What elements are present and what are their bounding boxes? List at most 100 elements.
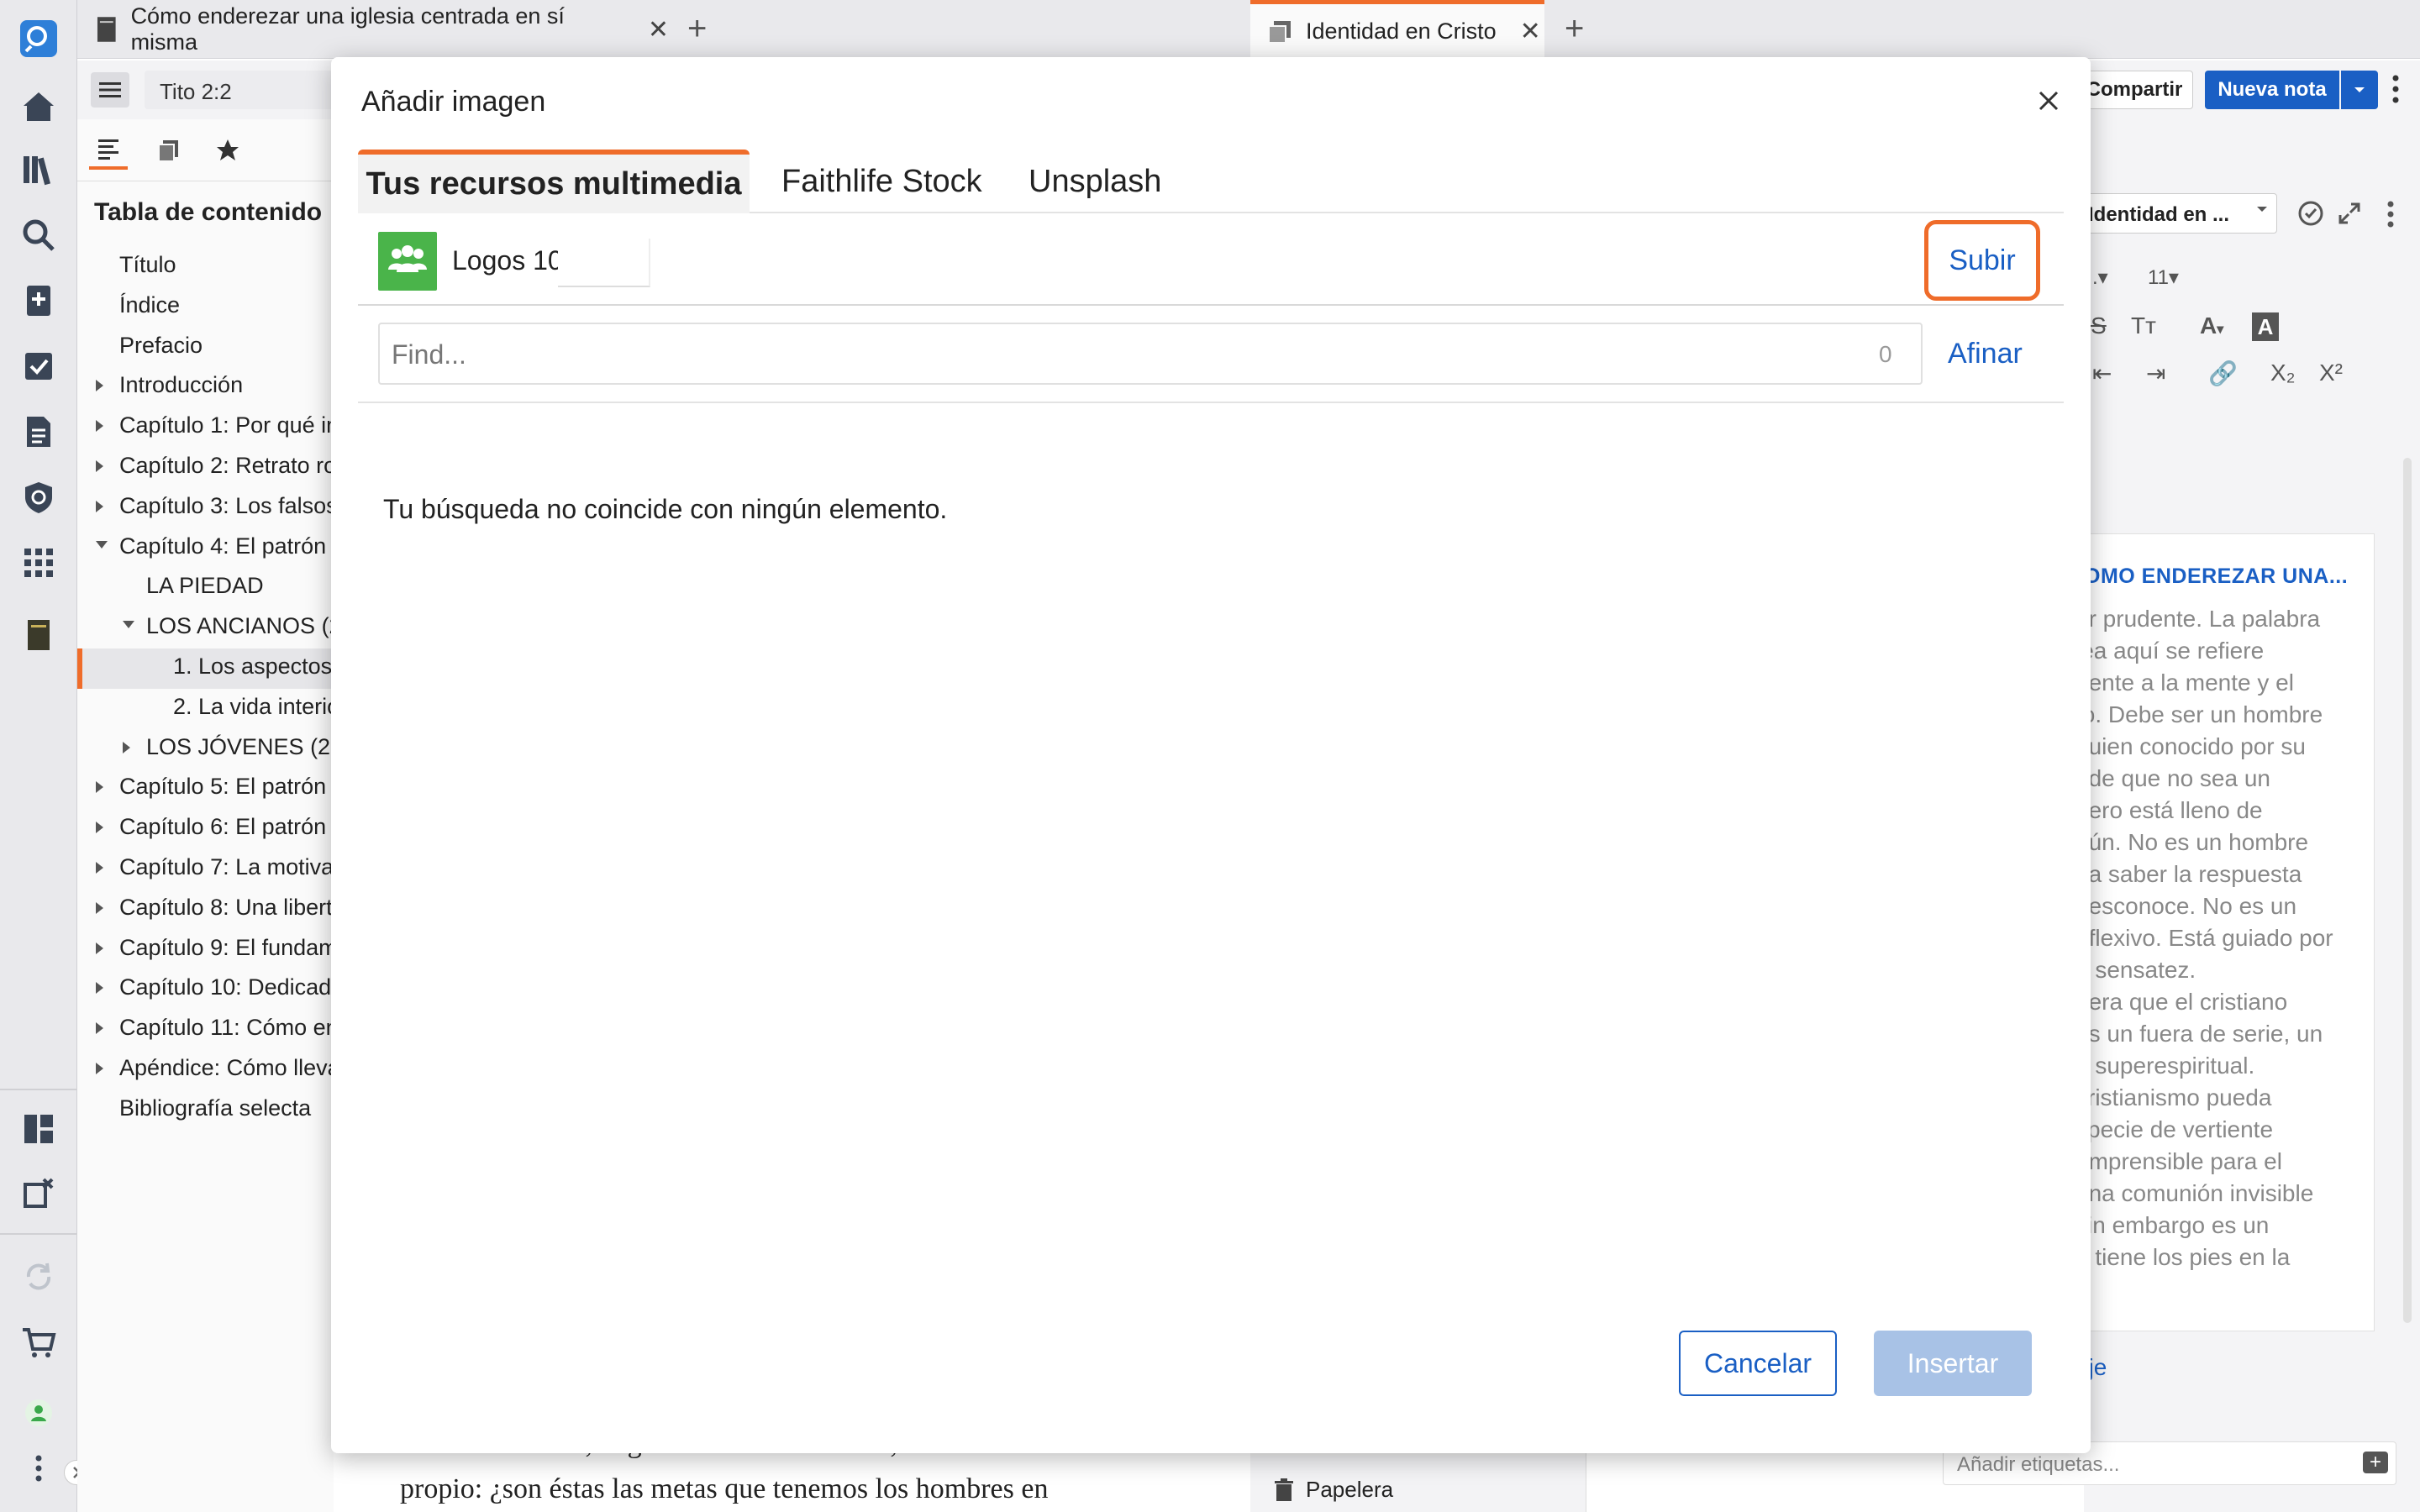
sync-icon[interactable] <box>17 1255 60 1299</box>
add-tag-icon[interactable]: + <box>2363 1452 2388 1473</box>
font-family-select[interactable]: .▾ <box>2092 265 2108 290</box>
font-size-select[interactable]: 11▾ <box>2148 265 2179 290</box>
strikethrough-icon[interactable]: S <box>2091 312 2107 339</box>
toc-item[interactable]: 1. Los aspectos e <box>173 647 334 685</box>
reference-box[interactable]: Tito 2:2 <box>145 71 346 109</box>
chevron-right-icon[interactable] <box>96 862 103 874</box>
chevron-right-icon[interactable] <box>96 420 103 432</box>
chevron-down-icon[interactable] <box>96 541 108 549</box>
link-icon[interactable]: 🔗 <box>2208 360 2238 387</box>
expand-icon[interactable] <box>2338 202 2361 225</box>
font-size-value: 11 <box>2148 266 2169 289</box>
trash-item[interactable]: Papelera <box>1274 1477 1393 1503</box>
new-tab-plus-icon-2[interactable]: + <box>1565 12 1584 45</box>
subscript-icon[interactable]: X₂ <box>2270 360 2296 386</box>
insert-button[interactable]: Insertar <box>1874 1331 2032 1396</box>
toc-item[interactable]: Capítulo 8: Una liberta <box>119 888 334 927</box>
chevron-right-icon[interactable] <box>96 501 103 512</box>
logos-search-app-icon[interactable] <box>17 17 60 60</box>
toc-item[interactable]: LOS JÓVENES (2:6– <box>146 727 334 766</box>
chevron-right-icon[interactable] <box>96 822 103 833</box>
close-icon[interactable]: ✕ <box>1520 17 1541 46</box>
shield-icon[interactable] <box>17 475 60 519</box>
toc-item-label: Capítulo 9: El fundam <box>119 934 334 960</box>
toc-item[interactable]: Capítulo 1: Por qué im <box>119 406 334 444</box>
toc-item[interactable]: Capítulo 7: La motivac <box>119 848 334 886</box>
toc-item[interactable]: Índice <box>119 286 334 324</box>
check-circle-icon[interactable] <box>2297 200 2324 227</box>
upload-button[interactable]: Subir <box>1924 220 2040 301</box>
document-select[interactable]: Identidad en ... <box>2075 193 2277 234</box>
apps-grid-icon[interactable] <box>17 541 60 585</box>
toc-item[interactable]: LOS ANCIANOS (2:2 <box>146 606 334 645</box>
hamburger-menu-button[interactable] <box>91 72 129 108</box>
toc-item[interactable]: 2. La vida interio <box>173 687 334 726</box>
chevron-right-icon[interactable] <box>96 902 103 914</box>
pages-tab[interactable] <box>150 131 188 170</box>
tab-faithlife-stock[interactable]: Faithlife Stock <box>781 150 982 213</box>
checklist-icon[interactable] <box>17 344 60 388</box>
cart-icon[interactable] <box>17 1320 60 1364</box>
toc-item[interactable]: Capítulo 9: El fundam <box>119 928 334 967</box>
toc-item[interactable]: Prefacio <box>119 326 334 365</box>
cancel-button[interactable]: Cancelar <box>1679 1331 1837 1396</box>
chevron-right-icon[interactable] <box>96 1022 103 1034</box>
toc-item[interactable]: Capítulo 10: Dedicado <box>119 968 334 1006</box>
close-panels-icon[interactable] <box>17 1171 60 1215</box>
toc-item[interactable]: Bibliografía selecta <box>119 1089 334 1127</box>
highlight-color-icon[interactable]: A <box>2252 312 2279 341</box>
chevron-right-icon[interactable] <box>123 742 130 753</box>
superscript-icon[interactable]: X² <box>2319 360 2343 386</box>
document-icon[interactable] <box>17 410 60 454</box>
more-vertical-icon[interactable] <box>17 1446 60 1490</box>
close-icon[interactable]: ✕ <box>648 15 669 45</box>
toc-item[interactable]: Capítulo 4: El patrón c <box>119 527 334 565</box>
add-document-icon[interactable] <box>17 279 60 323</box>
find-input[interactable] <box>378 323 1923 385</box>
library-icon[interactable] <box>17 148 60 192</box>
media-source-name[interactable]: Logos 10 <box>452 245 563 276</box>
chevron-right-icon[interactable] <box>96 460 103 472</box>
text-case-icon[interactable]: Tт <box>2131 312 2156 339</box>
toc-item[interactable]: Capítulo 2: Retrato rol <box>119 446 334 485</box>
right-scrollbar[interactable] <box>2403 458 2412 1323</box>
share-button[interactable]: Compartir <box>2075 71 2193 109</box>
layout-icon[interactable] <box>17 1107 60 1151</box>
toc-tab[interactable] <box>89 131 128 170</box>
chevron-right-icon[interactable] <box>96 781 103 793</box>
refine-button[interactable]: Afinar <box>1948 338 2023 370</box>
toc-item[interactable]: Capítulo 11: Cómo en <box>119 1008 334 1047</box>
toc-item[interactable]: LA PIEDAD <box>146 566 334 605</box>
chevron-right-icon[interactable] <box>96 1063 103 1074</box>
tab-unsplash[interactable]: Unsplash <box>1028 150 1161 213</box>
toc-item[interactable]: Título <box>119 245 334 284</box>
home-icon[interactable] <box>17 84 60 128</box>
chevron-right-icon[interactable] <box>96 380 103 391</box>
chevron-right-icon[interactable] <box>96 942 103 954</box>
user-avatar-icon[interactable] <box>17 1391 60 1435</box>
new-note-dropdown-button[interactable] <box>2341 71 2378 109</box>
toc-item[interactable]: Capítulo 3: Los falsos. <box>119 486 334 525</box>
chevron-right-icon[interactable] <box>96 982 103 994</box>
media-source-dropdown[interactable] <box>558 239 650 287</box>
tab-book[interactable]: Cómo enderezar una iglesia centrada en s… <box>81 0 669 59</box>
toc-item[interactable]: Capítulo 6: El patrón d <box>119 807 334 846</box>
toc-item[interactable]: Introducción <box>119 365 334 404</box>
tab-identidad[interactable]: Identidad en Cristo ✕ <box>1250 0 1544 59</box>
new-tab-plus-icon[interactable]: + <box>687 12 707 45</box>
more-options-icon[interactable] <box>2391 74 2400 104</box>
book-cover-icon[interactable] <box>17 613 60 657</box>
close-icon[interactable] <box>2032 84 2065 118</box>
chevron-down-icon[interactable] <box>123 621 134 628</box>
toc-item[interactable]: Capítulo 5: El patrón d <box>119 767 334 806</box>
indent-icon[interactable]: ⇥ <box>2146 360 2165 387</box>
favorites-tab[interactable] <box>208 131 247 170</box>
outdent-icon[interactable]: ⇤ <box>2092 360 2112 387</box>
chevron-down-icon[interactable] <box>2255 205 2269 213</box>
new-note-button[interactable]: Nueva nota <box>2205 71 2339 109</box>
font-color-icon[interactable]: A▾ <box>2200 312 2223 339</box>
search-icon[interactable] <box>17 213 60 257</box>
more-options-icon-2[interactable] <box>2386 200 2395 228</box>
toc-item[interactable]: Apéndice: Cómo lleva <box>119 1048 334 1087</box>
tab-your-media[interactable]: Tus recursos multimedia <box>358 150 750 213</box>
